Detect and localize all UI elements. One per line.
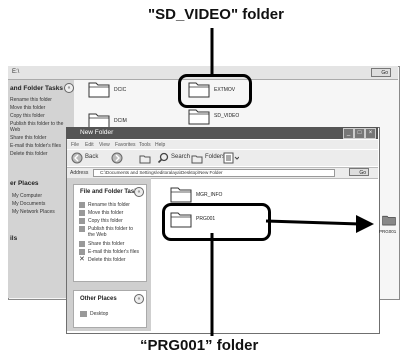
drag-arrow-shaft: [265, 219, 361, 226]
drag-arrow-head: [356, 215, 374, 233]
callout-lines: [210, 28, 374, 336]
